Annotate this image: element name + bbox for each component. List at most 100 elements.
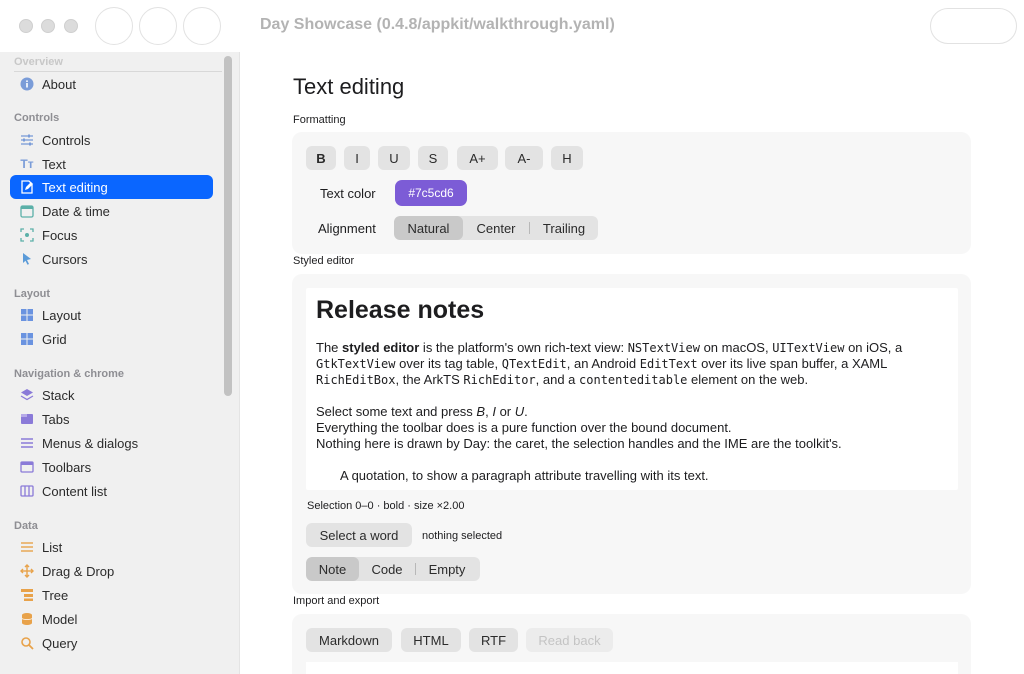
text-icon: Tт	[20, 157, 34, 171]
sidebar-section-layout: Layout	[14, 288, 51, 300]
alignment-option-natural[interactable]: Natural	[394, 216, 463, 240]
sidebar-item-label: Controls	[42, 132, 91, 148]
mode-option-code[interactable]: Code	[359, 557, 415, 581]
minimize-window-button[interactable]	[41, 19, 55, 33]
sidebar-item-label: Drag & Drop	[42, 563, 115, 579]
grid-icon	[18, 330, 36, 348]
markdown-button[interactable]: Markdown	[306, 628, 392, 652]
sidebar-item-text[interactable]: Tт Text	[10, 152, 213, 176]
strikethrough-button[interactable]: S	[418, 146, 448, 170]
styled-editor-card: Release notes The styled editor is the p…	[292, 274, 971, 594]
sidebar-item-grid[interactable]: Grid	[10, 327, 213, 351]
heading-button[interactable]: H	[551, 146, 583, 170]
text-color-label: Text color	[320, 186, 376, 201]
sidebar-item-list[interactable]: List	[10, 535, 213, 559]
close-window-button[interactable]	[19, 19, 33, 33]
italic-button[interactable]: I	[344, 146, 370, 170]
import-export-card: Markdown HTML RTF Read back	[292, 614, 971, 674]
search-icon	[18, 634, 36, 652]
layout-icon	[18, 306, 36, 324]
sidebar-item-label: Menus & dialogs	[42, 435, 139, 451]
sidebar-item-label: Content list	[42, 483, 108, 499]
info-icon	[18, 75, 36, 93]
editor-heading: Release notes	[316, 296, 485, 324]
menu-icon	[18, 434, 36, 452]
sidebar-item-toolbars[interactable]: Toolbars	[10, 455, 213, 479]
sidebar-section-overview: Overview	[14, 56, 63, 68]
rtf-button[interactable]: RTF	[469, 628, 518, 652]
sidebar-toggle-button[interactable]	[95, 7, 133, 45]
forward-button[interactable]	[183, 7, 221, 45]
sidebar-item-about[interactable]: About	[10, 72, 213, 96]
sidebar-item-tree[interactable]: Tree	[10, 583, 213, 607]
text-color-swatch[interactable]: #7c5cd6	[395, 180, 467, 206]
sidebar-section-navigation: Navigation & chrome	[14, 368, 125, 380]
stack-icon	[18, 386, 36, 404]
sidebar-item-label: Text	[42, 156, 66, 172]
sliders-icon	[18, 131, 36, 149]
sidebar-item-controls[interactable]: Controls	[10, 128, 213, 152]
sidebar-item-label: Stack	[42, 387, 75, 403]
sidebar-item-label: Model	[42, 611, 78, 627]
calendar-icon	[18, 202, 36, 220]
toolbar-icon	[18, 458, 36, 476]
alignment-segmented-control: Natural Center Trailing	[394, 216, 598, 240]
html-button[interactable]: HTML	[401, 628, 461, 652]
sidebar-item-text-editing[interactable]: Text editing	[10, 175, 213, 199]
sidebar: Overview About Controls Controls Tт Text…	[0, 52, 240, 674]
mode-option-empty[interactable]: Empty	[416, 557, 478, 581]
main-content: Text editing Formatting B I U S A+ A- H …	[240, 52, 1024, 674]
sidebar-item-label: Date & time	[42, 203, 110, 219]
sidebar-item-cursors[interactable]: Cursors	[10, 247, 213, 271]
zoom-window-button[interactable]	[64, 19, 78, 33]
edit-icon	[18, 178, 36, 196]
sidebar-item-label: Focus	[42, 227, 78, 243]
sidebar-item-label: Text editing	[42, 179, 108, 195]
focus-icon	[18, 226, 36, 244]
sidebar-item-tabs[interactable]: Tabs	[10, 407, 213, 431]
tabs-icon	[18, 410, 36, 428]
sidebar-section-controls: Controls	[14, 112, 60, 124]
tree-icon	[18, 586, 36, 604]
title-bar: Day Showcase (0.4.8/appkit/walkthrough.y…	[0, 0, 1024, 52]
import-export-section-label: Import and export	[293, 595, 380, 607]
window-title: Day Showcase (0.4.8/appkit/walkthrough.y…	[260, 16, 615, 33]
alignment-option-trailing[interactable]: Trailing	[530, 216, 598, 240]
sidebar-scrollbar[interactable]	[224, 52, 236, 674]
sidebar-item-content-list[interactable]: Content list	[10, 479, 213, 503]
rich-text-editor[interactable]: Release notes The styled editor is the p…	[306, 288, 958, 490]
toolbar-search-field[interactable]	[930, 8, 1017, 44]
sidebar-item-label: Tabs	[42, 411, 70, 427]
move-icon	[18, 562, 36, 580]
sidebar-item-focus[interactable]: Focus	[10, 223, 213, 247]
database-icon	[18, 610, 36, 628]
styled-editor-section-label: Styled editor	[293, 255, 355, 267]
sidebar-item-menus-dialogs[interactable]: Menus & dialogs	[10, 431, 213, 455]
back-button[interactable]	[139, 7, 177, 45]
export-output-area[interactable]	[306, 662, 958, 674]
sidebar-item-label: Toolbars	[42, 459, 92, 475]
underline-button[interactable]: U	[378, 146, 410, 170]
sidebar-item-layout[interactable]: Layout	[10, 303, 213, 327]
editor-paragraph-3: Everything the toolbar does is a pure fu…	[316, 420, 732, 435]
read-back-button[interactable]: Read back	[526, 628, 613, 652]
sidebar-item-date-time[interactable]: Date & time	[10, 199, 213, 223]
select-word-button[interactable]: Select a word	[306, 523, 412, 547]
formatting-card: B I U S A+ A- H Text color #7c5cd6 Align…	[292, 132, 971, 254]
editor-paragraph-2: Select some text and press B, I or U.	[316, 404, 528, 419]
sidebar-scroll-thumb[interactable]	[224, 56, 232, 396]
formatting-section-label: Formatting	[293, 114, 346, 126]
sidebar-item-label: About	[42, 76, 76, 92]
selection-status: Selection 0–0 · bold · size ×2.00	[307, 500, 465, 512]
sidebar-item-query[interactable]: Query	[10, 631, 213, 655]
alignment-option-center[interactable]: Center	[463, 216, 529, 240]
columns-icon	[18, 482, 36, 500]
bold-button[interactable]: B	[306, 146, 336, 170]
sidebar-item-label: Tree	[42, 587, 69, 603]
increase-size-button[interactable]: A+	[457, 146, 498, 170]
sidebar-item-model[interactable]: Model	[10, 607, 213, 631]
mode-option-note[interactable]: Note	[306, 557, 359, 581]
sidebar-item-drag-drop[interactable]: Drag & Drop	[10, 559, 213, 583]
sidebar-item-stack[interactable]: Stack	[10, 383, 213, 407]
decrease-size-button[interactable]: A-	[505, 146, 543, 170]
